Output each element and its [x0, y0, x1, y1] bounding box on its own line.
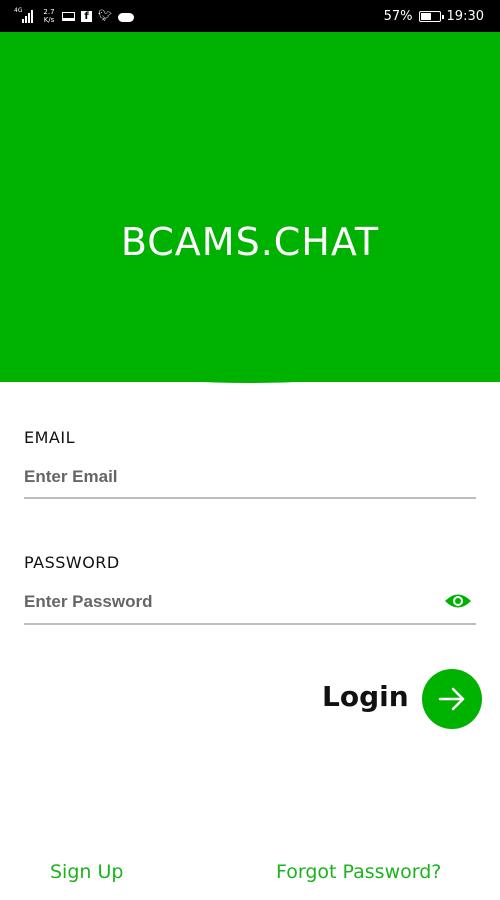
network-speed: 2.7 K/s: [42, 8, 56, 24]
clock: 19:30: [446, 8, 484, 24]
header-banner: BCAMS.CHAT: [0, 32, 500, 383]
email-label: EMAIL: [24, 428, 75, 447]
speed-unit: K/s: [43, 16, 55, 24]
email-underline: [24, 497, 476, 499]
header-curve: [0, 332, 500, 383]
password-underline: [24, 623, 476, 625]
password-input[interactable]: [24, 582, 434, 622]
battery-percent: 57%: [383, 8, 413, 24]
laptop-icon: [62, 11, 75, 21]
login-button[interactable]: [422, 669, 482, 729]
network-label: 4G: [14, 7, 23, 14]
battery-icon: [418, 10, 444, 22]
app-title: BCAMS.CHAT: [120, 220, 380, 264]
facebook-icon: f: [81, 10, 92, 22]
forgot-password-link[interactable]: Forgot Password?: [276, 861, 441, 883]
sign-up-link[interactable]: Sign Up: [50, 861, 123, 883]
twitter-icon: 🐦︎: [98, 9, 112, 22]
eye-icon[interactable]: [444, 591, 472, 611]
status-bar: 4G 2.7 K/s f 🐦︎ 57% 19:30: [0, 0, 500, 32]
login-label[interactable]: Login: [322, 680, 409, 713]
battery-fill: [420, 12, 431, 20]
password-label: PASSWORD: [24, 553, 120, 572]
email-input[interactable]: [24, 457, 476, 497]
status-left: 4G 2.7 K/s f 🐦︎: [14, 0, 134, 32]
speed-value: 2.7: [43, 8, 55, 16]
signal-icon: 4G: [14, 7, 36, 23]
arrow-right-icon: [438, 687, 465, 711]
cloud-icon: [118, 12, 134, 22]
status-right: 57% 19:30: [384, 0, 484, 32]
